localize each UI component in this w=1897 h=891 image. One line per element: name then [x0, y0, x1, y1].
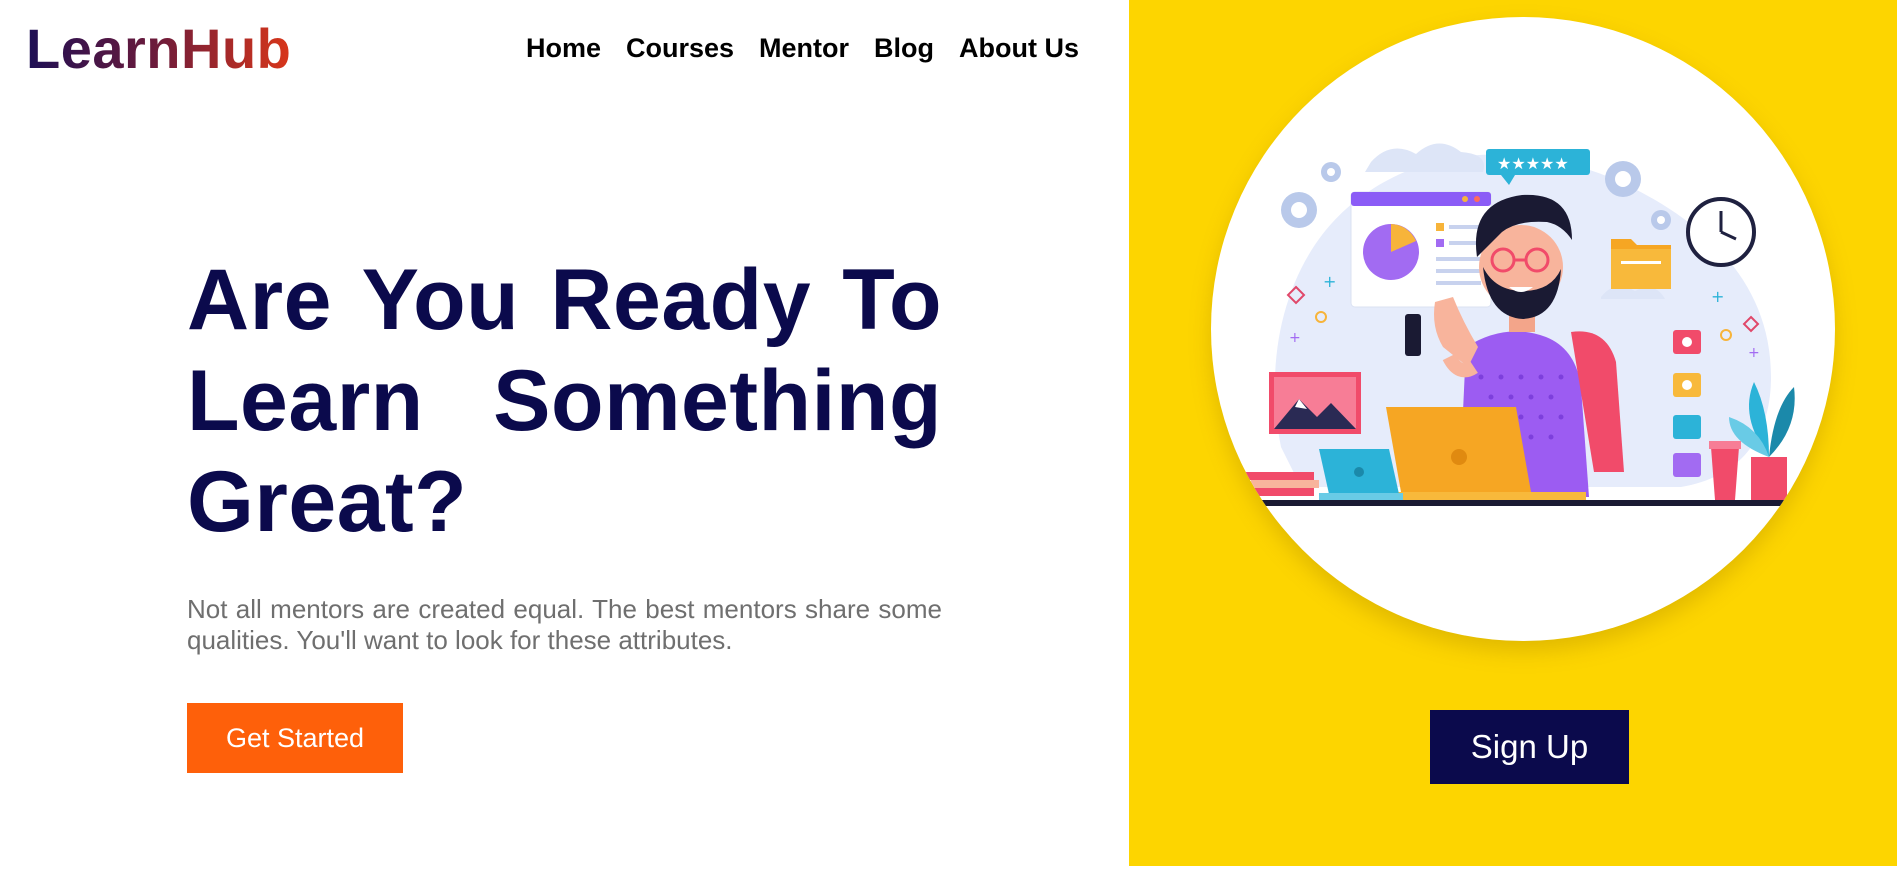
get-started-button[interactable]: Get Started [187, 703, 403, 773]
svg-text:+: + [1323, 272, 1336, 291]
sign-up-button[interactable]: Sign Up [1430, 710, 1629, 784]
nav-link-about-us[interactable]: About Us [959, 30, 1079, 66]
svg-text:+: + [1748, 345, 1760, 361]
svg-text:+: + [1711, 287, 1724, 306]
nav-link-home[interactable]: Home [526, 30, 601, 66]
svg-text:+: + [1289, 330, 1301, 346]
hero-subtext: Not all mentors are created equal. The b… [187, 594, 942, 655]
svg-text:★★★★★: ★★★★★ [1497, 154, 1569, 173]
nav-link-mentor[interactable]: Mentor [759, 30, 849, 66]
main-nav: Home Courses Mentor Blog About Us [526, 30, 1079, 66]
site-logo[interactable]: LearnHub [26, 14, 291, 84]
hero-left-panel: LearnHub Home Courses Mentor Blog About … [0, 0, 1129, 891]
nav-link-courses[interactable]: Courses [626, 30, 734, 66]
hero-headline: Are You Ready To Learn Something Great? [187, 252, 942, 550]
nav-link-blog[interactable]: Blog [874, 30, 934, 66]
illustration-circle: ★★★★★ + + + + [1211, 17, 1835, 641]
online-learning-illustration: ★★★★★ + + + + [1246, 143, 1796, 506]
